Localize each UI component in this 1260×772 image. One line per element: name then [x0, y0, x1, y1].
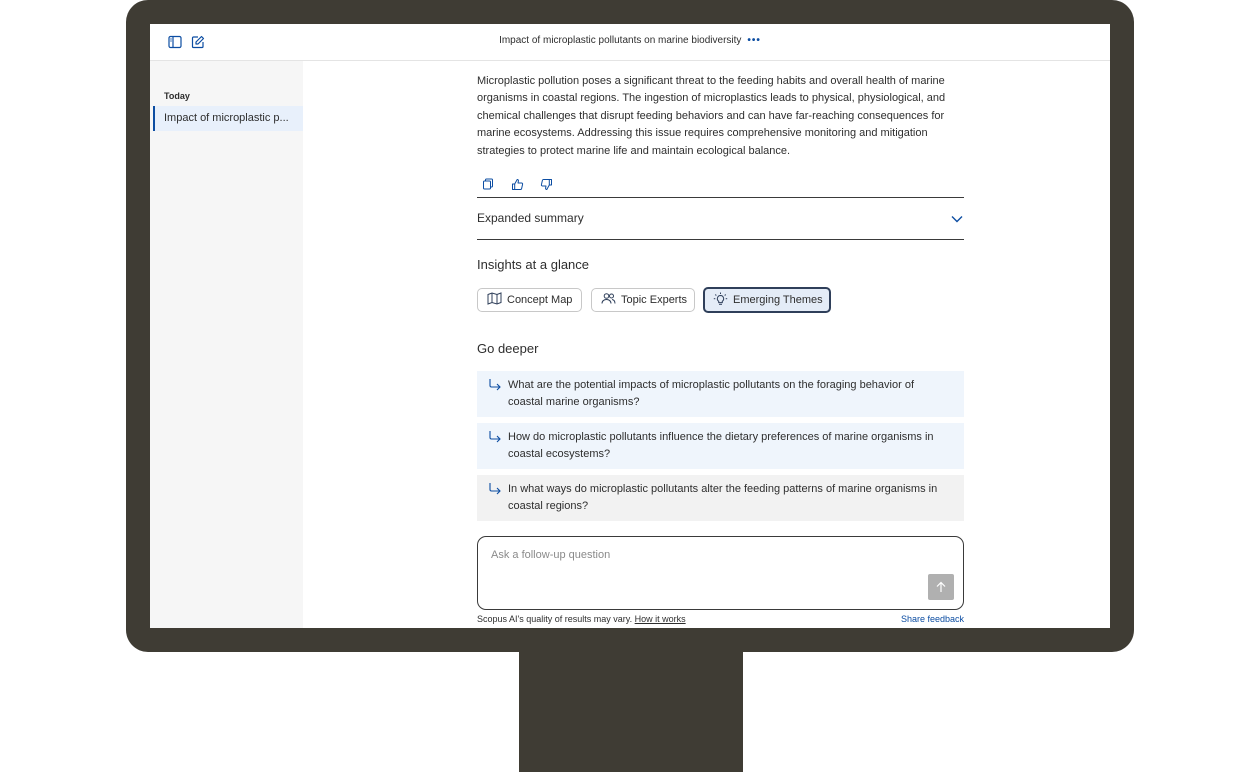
copy-icon[interactable]	[481, 177, 495, 191]
question-text: What are the potential impacts of microp…	[508, 379, 915, 409]
thumbs-up-icon[interactable]	[510, 177, 524, 191]
history-sidebar: Today Impact of microplastic p...	[150, 61, 303, 628]
how-it-works-link[interactable]: How it works	[635, 614, 686, 624]
expanded-summary-toggle[interactable]: Expanded summary	[477, 197, 964, 240]
history-section-label: Today	[164, 91, 190, 101]
conversation-title: Impact of microplastic pollutants on mar…	[150, 35, 1110, 46]
answer-panel: Microplastic pollution poses a significa…	[477, 61, 964, 628]
expanded-summary-label: Expanded summary	[477, 211, 584, 225]
share-feedback-link[interactable]: Share feedback	[901, 614, 964, 624]
app-screen: Impact of microplastic pollutants on mar…	[150, 24, 1110, 628]
topic-experts-chip[interactable]: Topic Experts	[591, 288, 695, 312]
follow-up-question[interactable]: In what ways do microplastic pollutants …	[477, 475, 964, 521]
go-deeper-heading: Go deeper	[477, 341, 539, 356]
send-button[interactable]	[928, 574, 954, 600]
question-text: In what ways do microplastic pollutants …	[508, 483, 938, 513]
arrow-up-icon	[936, 581, 946, 592]
chevron-down-icon	[950, 212, 964, 226]
top-bar: Impact of microplastic pollutants on mar…	[150, 24, 1110, 61]
emerging-themes-label: Emerging Themes	[733, 294, 823, 306]
insights-heading: Insights at a glance	[477, 257, 590, 272]
arrow-return-icon	[488, 430, 502, 444]
people-icon	[601, 292, 616, 308]
map-icon	[487, 292, 502, 308]
question-text: How do microplastic pollutants influence…	[508, 431, 934, 461]
thumbs-down-icon[interactable]	[539, 177, 553, 191]
answer-summary: Microplastic pollution poses a significa…	[477, 75, 946, 157]
follow-up-question[interactable]: How do microplastic pollutants influence…	[477, 423, 964, 469]
conversation-title-text: Impact of microplastic pollutants on mar…	[499, 35, 742, 46]
arrow-return-icon	[488, 378, 502, 392]
concept-map-chip[interactable]: Concept Map	[477, 288, 582, 312]
answer-actions	[481, 177, 553, 191]
emerging-themes-chip[interactable]: Emerging Themes	[703, 287, 831, 313]
follow-up-question[interactable]: What are the potential impacts of microp…	[477, 371, 964, 417]
history-item[interactable]: Impact of microplastic p...	[153, 106, 303, 131]
concept-map-label: Concept Map	[507, 294, 573, 306]
more-icon[interactable]: •••	[747, 35, 761, 46]
quality-disclaimer: Scopus AI's quality of results may vary.	[477, 614, 633, 624]
topic-experts-label: Topic Experts	[621, 294, 688, 306]
follow-up-composer	[477, 536, 964, 610]
lightbulb-icon	[713, 292, 728, 309]
follow-up-input[interactable]	[489, 547, 913, 581]
composer-footer: Scopus AI's quality of results may vary.…	[477, 614, 964, 624]
monitor-stand	[519, 652, 743, 772]
arrow-return-icon	[488, 482, 502, 496]
